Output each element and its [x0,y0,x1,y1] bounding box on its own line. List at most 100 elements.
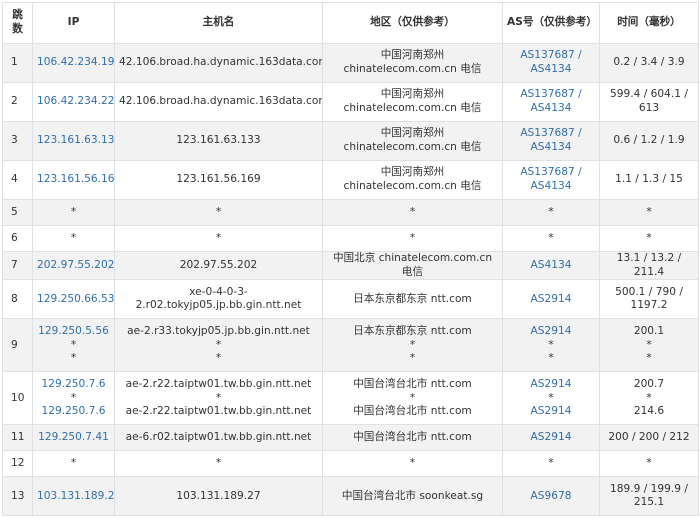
hop-cell: 7 [2,250,33,281]
time-cell: * [599,450,699,478]
hostname-cell: 123.161.63.133 [114,121,323,161]
time-cell: * [599,225,699,252]
as-link[interactable]: AS2914 [507,378,595,392]
location-text: 中国北京 chinatelecom.com.cn 电信 [332,252,493,278]
ip-link[interactable]: 129.250.66.53 [37,293,114,307]
host-text: 42.106.broad.ha.dynamic.163data.com.cn [119,95,323,108]
ip-link[interactable]: 123.161.63.133 [37,134,114,148]
table-row: 12 * * * * * [2,450,699,478]
as-cell: AS9678 [502,476,600,517]
location-cell: 日本东京都东京 ntt.com * * [322,318,503,373]
ip-link[interactable]: 202.97.55.202 [37,259,114,273]
ip-link[interactable]: 129.250.7.41 [37,431,110,445]
no-response-marker: * [70,457,77,470]
host-text: 103.131.189.27 [176,489,261,502]
as-link[interactable]: AS137687 / AS4134 [507,166,595,193]
time-cell: 599.4 / 604.1 / 613 [599,82,699,122]
ip-link[interactable]: 106.42.234.198 [37,56,114,70]
ip-cell: 123.161.63.133 [32,121,115,161]
host-text: 123.161.56.169 [176,173,261,186]
table-row: 11 129.250.7.41 ae-6.r02.taiptw01.tw.bb.gi… [2,424,699,452]
ip-link[interactable]: 123.161.56.169 [37,173,114,187]
time-text: 1.1 / 1.3 / 15 [615,173,683,186]
ip-cell: * [32,199,115,226]
as-cell: * [502,450,600,478]
time-cell: 200.1 * * [599,318,699,373]
as-link[interactable]: AS137687 / AS4134 [507,88,595,115]
ip-cell: 129.250.5.56 * * [32,318,115,373]
hostname-cell: * [114,450,323,478]
ip-link[interactable]: 129.250.5.56 [37,325,110,339]
ip-cell: * [32,225,115,252]
ip-link[interactable]: 129.250.7.6 [37,405,110,419]
time-cell: 0.2 / 3.4 / 3.9 [599,43,699,83]
time-cell: 200.7 * 214.6 [599,371,699,426]
hostname-cell: * [114,225,323,252]
ip-link[interactable]: 106.42.234.221 [37,95,114,109]
host-text: 42.106.broad.ha.dynamic.163data.com.cn [119,56,323,69]
as-link[interactable]: AS2914 [507,431,595,445]
no-response-marker: * [548,338,554,351]
as-link[interactable]: AS2914 [507,325,595,339]
hostname-cell: 42.106.broad.ha.dynamic.163data.com.cn [114,82,323,122]
time-cell: 0.6 / 1.2 / 1.9 [599,121,699,161]
table-row: 6 * * * * * [2,225,699,252]
as-link[interactable]: AS137687 / AS4134 [507,127,595,154]
table-row: 4 123.161.56.169 123.161.56.169 中国河南郑州 chin… [2,160,699,200]
time-cell: 200 / 200 / 212 [599,424,699,452]
ip-link[interactable]: 103.131.189.27 [37,490,114,504]
ip-link[interactable]: 129.250.7.6 [37,378,110,392]
ip-cell: * [32,450,115,478]
time-cell: 13.1 / 13.2 / 211.4 [599,250,699,281]
location-cell: 中国台湾台北市 soonkeat.sg [322,476,503,517]
no-response-marker: * [646,231,652,244]
hop-cell: 1 [2,43,33,83]
hop-cell: 3 [2,121,33,161]
table-header-row: 跳数 IP 主机名 地区（仅供参考） AS号（仅供参考） 时间（毫秒） [2,2,699,44]
hostname-cell: * [114,199,323,226]
no-response-marker: * [646,205,652,218]
as-cell: AS137687 / AS4134 [502,43,600,83]
location-cell: 中国河南郑州 chinatelecom.com.cn 电信 [322,160,503,200]
time-cell: 1.1 / 1.3 / 15 [599,160,699,200]
as-cell: AS2914 [502,279,600,320]
header-ip: IP [32,2,115,44]
no-response-marker: * [409,352,416,365]
time-text: 200.7 [633,377,665,390]
as-cell: AS2914 * * [502,318,600,373]
no-response-marker: * [409,231,416,244]
as-cell: AS137687 / AS4134 [502,160,600,200]
header-time: 时间（毫秒） [599,2,699,44]
header-location: 地区（仅供参考） [322,2,503,44]
as-cell: AS137687 / AS4134 [502,82,600,122]
as-link[interactable]: AS2914 [507,293,595,307]
host-text: xe-0-4-0-3-2.r02.tokyjp05.jp.bb.gin.ntt.… [135,285,302,312]
ip-cell: 106.42.234.198 [32,43,115,83]
as-link[interactable]: AS2914 [507,405,595,419]
hop-cell: 4 [2,160,33,200]
no-response-marker: * [646,391,652,404]
location-text: 中国河南郑州 chinatelecom.com.cn 电信 [343,127,482,153]
time-text: 200.1 [633,324,665,337]
host-text: 123.161.63.133 [176,134,261,147]
table-row: 8 129.250.66.53 xe-0-4-0-3-2.r02.tokyjp05.… [2,279,699,320]
host-text: ae-6.r02.taiptw01.tw.bb.gin.ntt.net [125,431,312,444]
no-response-marker: * [409,338,416,351]
time-text: 200 / 200 / 212 [608,431,690,444]
time-text: 189.9 / 199.9 / 215.1 [610,482,688,509]
host-text: ae-2.r22.taiptw01.tw.bb.gin.ntt.net [125,405,312,418]
location-cell: 中国河南郑州 chinatelecom.com.cn 电信 [322,43,503,83]
location-cell: 中国河南郑州 chinatelecom.com.cn 电信 [322,121,503,161]
location-text: 中国台湾台北市 ntt.com [353,431,472,444]
no-response-marker: * [70,231,77,244]
location-text: 中国台湾台北市 ntt.com [353,377,472,390]
location-cell: 中国台湾台北市 ntt.com * 中国台湾台北市 ntt.com [322,371,503,426]
no-response-marker: * [646,352,652,365]
hop-cell: 9 [2,318,33,373]
as-link[interactable]: AS9678 [507,490,595,504]
ip-cell: 123.161.56.169 [32,160,115,200]
as-link[interactable]: AS4134 [507,259,595,273]
no-response-marker: * [215,352,222,365]
no-response-marker: * [215,205,222,218]
as-link[interactable]: AS137687 / AS4134 [507,49,595,76]
